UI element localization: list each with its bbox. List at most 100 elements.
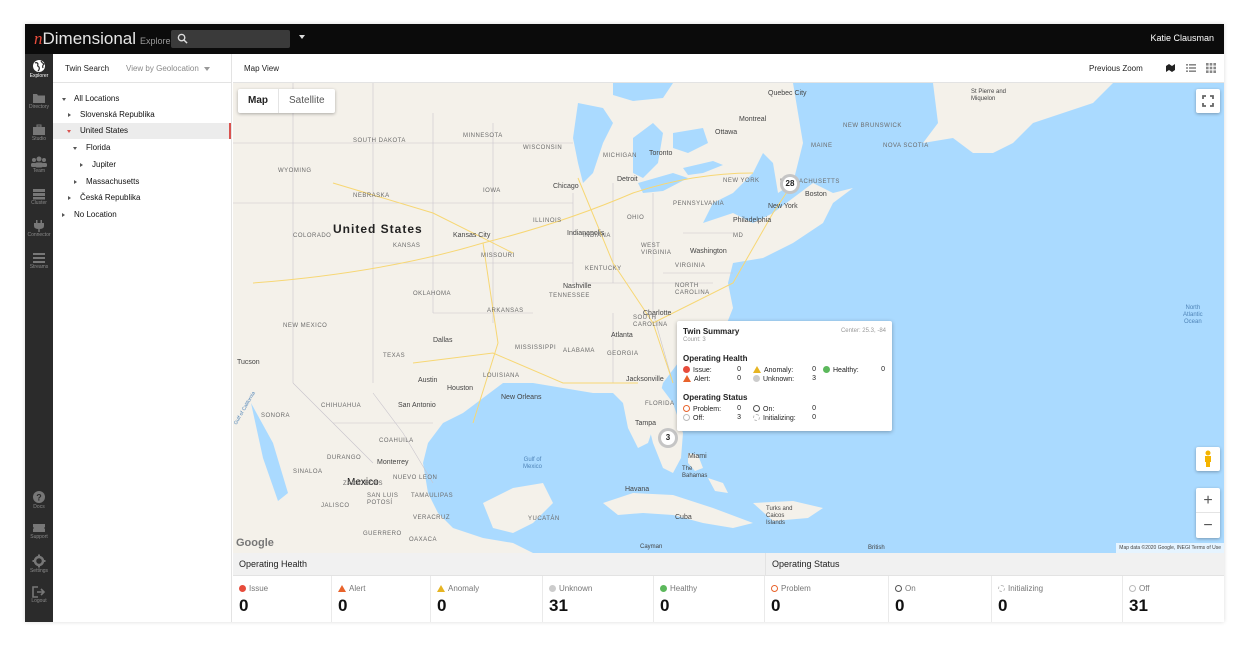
- healthy-icon: [660, 585, 667, 592]
- search-dropdown-icon[interactable]: [299, 35, 305, 39]
- stat-anomaly[interactable]: Anomaly 0: [431, 576, 543, 622]
- initializing-icon: [753, 414, 760, 421]
- tree-item-all-locations[interactable]: All Locations: [53, 91, 231, 107]
- app-logo[interactable]: nDimensional Explorer: [34, 30, 174, 50]
- map-label-city: St Pierre and Miquelon: [971, 89, 1007, 102]
- fullscreen-button[interactable]: [1196, 89, 1220, 113]
- user-name[interactable]: Katie Clausman: [1150, 33, 1214, 43]
- rail-item-docs[interactable]: ? Docs: [25, 487, 53, 515]
- tree-item-united-states[interactable]: United States: [53, 123, 231, 139]
- popup-on-value: 0: [812, 405, 816, 412]
- stat-value: 0: [771, 596, 781, 615]
- rail-item-support[interactable]: Support: [25, 519, 53, 547]
- rail-item-team[interactable]: Team: [25, 153, 53, 181]
- popup-issue-value: 0: [737, 366, 741, 373]
- map-type-satellite-button[interactable]: Satellite: [278, 89, 335, 113]
- previous-zoom-button[interactable]: Previous Zoom: [1089, 64, 1143, 73]
- search-input[interactable]: [171, 30, 290, 48]
- map-label-state: ZACATECAS: [343, 481, 384, 487]
- map-view-icon[interactable]: [1165, 63, 1176, 73]
- map-label-city: New York: [768, 203, 798, 210]
- tree-item-ceska-republika[interactable]: Česká Republika: [53, 190, 231, 206]
- briefcase-icon: [33, 124, 45, 135]
- street-view-button[interactable]: [1196, 447, 1220, 471]
- list-view-icon[interactable]: [1186, 63, 1196, 73]
- tree-item-florida[interactable]: Florida: [53, 140, 231, 156]
- map-label-state: CHIHUAHUA: [321, 403, 362, 409]
- map-label-city: Montreal: [739, 116, 767, 123]
- tree-item-no-location[interactable]: No Location: [53, 207, 231, 223]
- stat-healthy[interactable]: Healthy 0: [654, 576, 765, 622]
- rail-item-directory[interactable]: Directory: [25, 89, 53, 117]
- rail-item-streams[interactable]: Streams: [25, 249, 53, 277]
- plug-icon: [34, 220, 44, 232]
- rail-label: Team: [32, 168, 46, 174]
- map-label-state: WEST VIRGINIA: [641, 243, 672, 256]
- rail-item-studio[interactable]: Studio: [25, 121, 53, 149]
- map-label-city: Atlanta: [611, 332, 633, 339]
- tree-item-massachusetts[interactable]: Massachusetts: [53, 174, 231, 190]
- unknown-icon: [753, 375, 760, 382]
- stat-off[interactable]: Off 31: [1123, 576, 1224, 622]
- healthy-icon: [823, 366, 830, 373]
- pegman-icon: [1205, 450, 1211, 467]
- caret-down-icon: [73, 147, 77, 150]
- map-label-state: FLORIDA: [645, 401, 675, 407]
- caret-right-icon: [68, 113, 71, 117]
- map-label-city: San Antonio: [398, 402, 436, 409]
- stat-value: 0: [239, 596, 249, 615]
- stat-value: 0: [660, 596, 670, 615]
- map-label-state: MINNESOTA: [463, 133, 503, 139]
- map-cluster-marker[interactable]: 28: [780, 174, 800, 194]
- rail-item-settings[interactable]: Settings: [25, 551, 53, 579]
- off-icon: [683, 414, 690, 421]
- caret-down-icon: [62, 98, 66, 101]
- map-canvas[interactable]: United States Mexico North Atlantic Ocea…: [233, 83, 1224, 553]
- map-type-map-button[interactable]: Map: [238, 89, 278, 113]
- on-icon: [895, 585, 902, 592]
- map-attribution[interactable]: Map data ©2020 Google, INEGI Terms of Us…: [1116, 543, 1224, 553]
- stat-value: 0: [338, 596, 348, 615]
- rail-label: Explorer: [29, 73, 49, 79]
- zoom-out-button[interactable]: −: [1196, 513, 1220, 538]
- stat-issue[interactable]: Issue 0: [233, 576, 332, 622]
- map-label-city: British: [868, 545, 885, 551]
- map-label-state: MAINE: [811, 143, 833, 149]
- rail-item-cluster[interactable]: Cluster: [25, 185, 53, 213]
- map-label-state: NUEVO LEON: [393, 475, 438, 481]
- map-label-gulf: Gulf of Mexico: [523, 457, 543, 470]
- stat-alert[interactable]: Alert 0: [332, 576, 431, 622]
- stat-value: 0: [895, 596, 905, 615]
- popup-anomaly-value: 0: [812, 366, 816, 373]
- tab-twin-search[interactable]: Twin Search: [65, 64, 109, 73]
- caret-down-icon: [67, 130, 71, 133]
- map-label-state: SINALOA: [293, 469, 323, 475]
- map-label-city: Miami: [688, 453, 707, 460]
- grid-view-icon[interactable]: [1206, 63, 1216, 73]
- map-cluster-marker[interactable]: 3: [658, 428, 678, 448]
- nav-rail: Explorer Directory Studio Team Cluster C…: [25, 54, 53, 622]
- fullscreen-icon: [1202, 95, 1214, 107]
- map-label-state: OHIO: [627, 215, 645, 221]
- rail-item-connector[interactable]: Connector: [25, 217, 53, 245]
- zoom-in-button[interactable]: +: [1196, 488, 1220, 513]
- rail-item-logout[interactable]: Logout: [25, 583, 53, 611]
- view-select[interactable]: View by Geolocation: [126, 64, 210, 73]
- initializing-icon: [998, 585, 1005, 592]
- stat-unknown[interactable]: Unknown 31: [543, 576, 654, 622]
- stat-initializing[interactable]: Initializing 0: [992, 576, 1123, 622]
- rail-item-explorer[interactable]: Explorer: [25, 56, 53, 84]
- map-label-city: Ottawa: [715, 129, 738, 136]
- map-label-state: GUERRERO: [363, 531, 402, 537]
- tree-item-slovenska-republika[interactable]: Slovenská Republika: [53, 107, 231, 123]
- popup-healthy: Healthy:: [823, 366, 859, 374]
- stat-value: 0: [437, 596, 447, 615]
- map-label-city: Detroit: [617, 176, 638, 183]
- map-label-state: SOUTH CAROLINA: [633, 315, 668, 328]
- stat-problem[interactable]: Problem 0: [765, 576, 889, 622]
- panel-header: Twin Search View by Geolocation: [53, 54, 231, 83]
- svg-text:?: ?: [36, 493, 42, 503]
- map-label-state: NEW MEXICO: [283, 323, 328, 329]
- stat-on[interactable]: On 0: [889, 576, 992, 622]
- tree-item-jupiter[interactable]: Jupiter: [53, 157, 231, 173]
